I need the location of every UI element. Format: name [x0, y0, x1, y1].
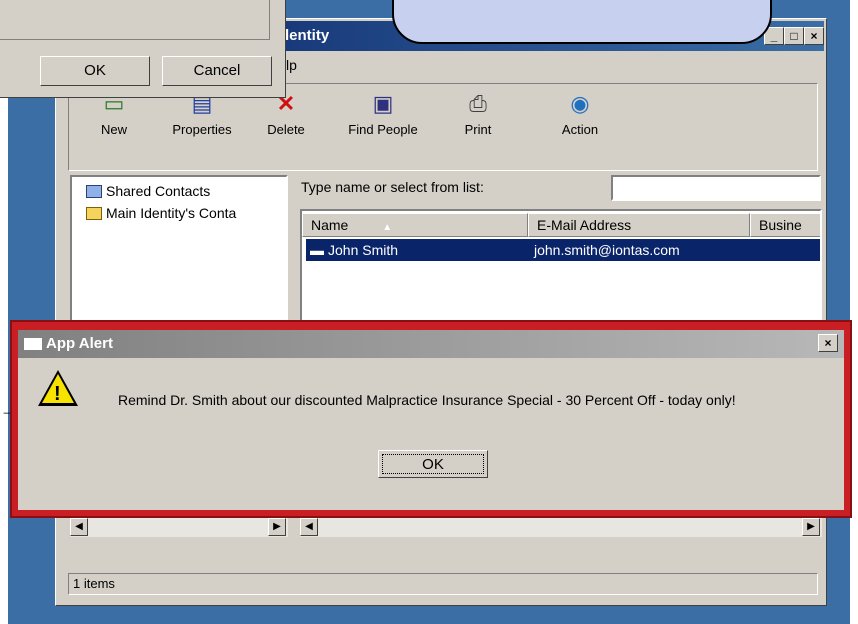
warning-icon-mark: !	[54, 383, 61, 405]
ok-button[interactable]: OK	[40, 56, 150, 86]
callout-bubble	[392, 0, 772, 44]
window-title: dentity	[280, 27, 330, 44]
dialog-content-area	[0, 0, 270, 40]
print-icon: ⎙	[469, 91, 487, 116]
action-label: Action	[561, 122, 599, 137]
table-row[interactable]: ▬ John Smith john.smith@iontas.com	[306, 239, 820, 261]
properties-label: Properties	[172, 122, 232, 137]
print-button[interactable]: ⎙ Print	[437, 90, 519, 137]
folder-icon	[86, 207, 102, 220]
action-icon: ◉	[570, 91, 590, 116]
close-button[interactable]: ×	[804, 27, 824, 45]
contact-email: john.smith@iontas.com	[534, 242, 680, 258]
search-input[interactable]	[611, 175, 821, 201]
status-bar: 1 items	[68, 573, 818, 595]
cancel-button[interactable]: Cancel	[162, 56, 272, 86]
app-alert-dialog: App Alert × ! Remind Dr. Smith about our…	[18, 330, 844, 510]
alert-titlebar[interactable]: App Alert ×	[18, 330, 844, 358]
scroll-right-icon[interactable]: ▶	[802, 518, 820, 536]
tree-horizontal-scrollbar[interactable]: ◀ ▶	[70, 517, 288, 537]
alert-title: App Alert	[46, 335, 113, 352]
column-header-email[interactable]: E-Mail Address	[528, 213, 750, 237]
find-people-icon: ▣	[372, 91, 394, 116]
scroll-left-icon[interactable]: ◀	[70, 518, 88, 536]
new-label: New	[100, 122, 127, 137]
tree-item-main-identity[interactable]: Main Identity's Conta	[86, 205, 236, 221]
contact-card-icon: ▬	[310, 242, 324, 258]
contact-name: John Smith	[328, 242, 399, 258]
alert-message: Remind Dr. Smith about our discounted Ma…	[118, 392, 736, 408]
menu-help[interactable]: lp	[286, 57, 297, 73]
action-button[interactable]: ◉ Action	[539, 90, 621, 137]
tree-item-shared-contacts[interactable]: Shared Contacts	[86, 183, 210, 199]
scroll-left-icon[interactable]: ◀	[300, 518, 318, 536]
alert-close-button[interactable]: ×	[818, 334, 838, 352]
app-icon	[24, 338, 42, 350]
column-header-name[interactable]: Name ▲	[302, 213, 528, 237]
partial-dialog: OK Cancel	[0, 0, 286, 98]
search-label: Type name or select from list:	[301, 179, 484, 195]
column-header-business[interactable]: Busine	[750, 213, 820, 237]
delete-label: Delete	[267, 122, 305, 137]
find-people-label: Find People	[348, 122, 418, 137]
sort-arrow-icon: ▲	[382, 222, 393, 233]
list-horizontal-scrollbar[interactable]: ◀ ▶	[300, 517, 822, 537]
alert-ok-button[interactable]: OK	[378, 450, 488, 478]
find-people-button[interactable]: ▣ Find People	[335, 90, 431, 137]
contacts-folder-icon	[86, 185, 102, 198]
print-label: Print	[464, 122, 492, 137]
scroll-right-icon[interactable]: ▶	[268, 518, 286, 536]
maximize-button[interactable]: □	[784, 27, 804, 45]
